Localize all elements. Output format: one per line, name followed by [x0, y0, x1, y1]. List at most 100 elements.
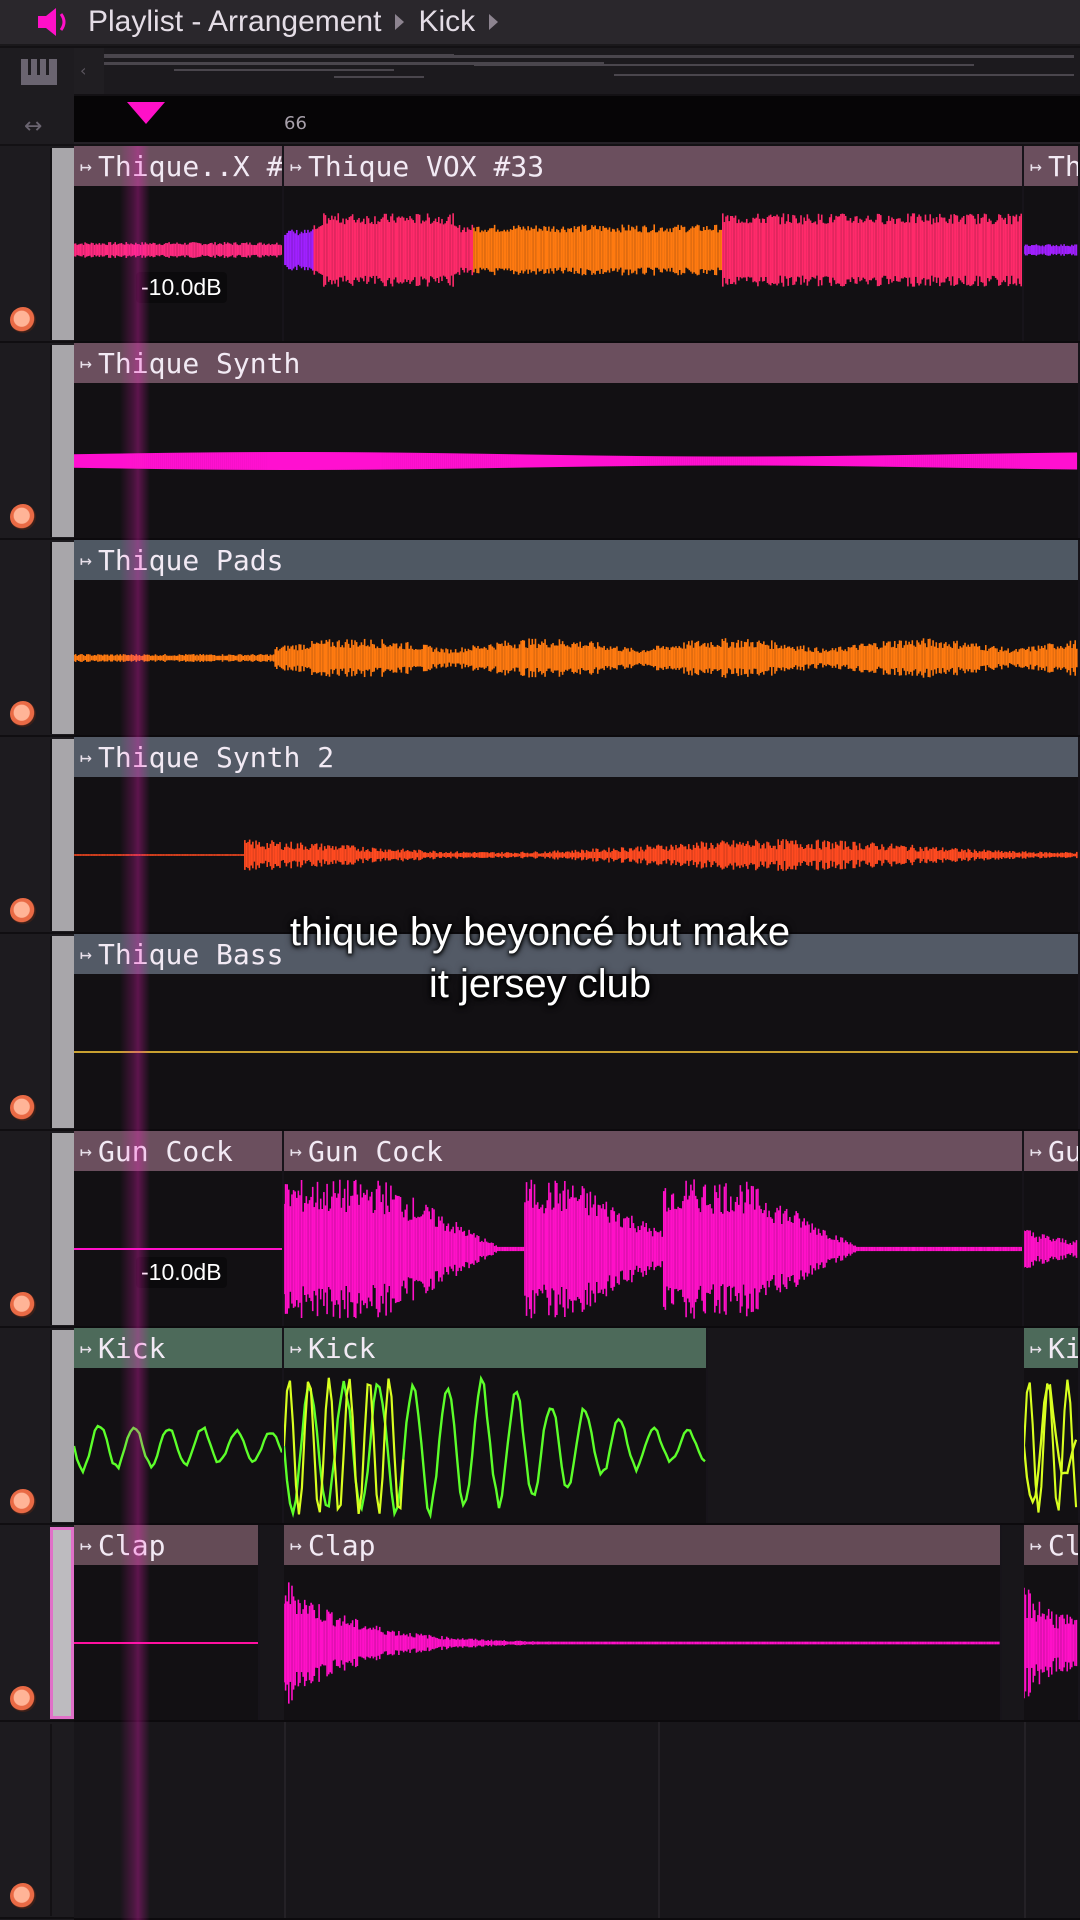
timeline-ruler[interactable]: 66: [74, 96, 1080, 144]
clip-header[interactable]: ↦ Th: [1024, 146, 1080, 186]
track-mute-led[interactable]: [10, 307, 36, 333]
track-header[interactable]: [0, 1328, 74, 1525]
track-lane[interactable]: ↦Thique..X #34 ↦Thique VOX #33 ↦Th -10.0…: [74, 146, 1080, 343]
track-selector[interactable]: [50, 1133, 74, 1325]
audio-clip[interactable]: ↦ Cl: [1024, 1525, 1080, 1720]
track-lane[interactable]: ↦ Thique Synth: [74, 343, 1080, 540]
clip-menu-arrow-icon[interactable]: ↦: [80, 1139, 92, 1163]
waveform: [284, 1179, 1022, 1319]
clip-menu-arrow-icon[interactable]: ↦: [80, 1336, 92, 1360]
breadcrumb-arrow-icon[interactable]: [489, 14, 499, 30]
track-selector[interactable]: [50, 1724, 74, 1916]
clip-menu-arrow-icon[interactable]: ↦: [1030, 1139, 1042, 1163]
clip-label: Thique VOX #33: [308, 149, 545, 183]
piano-icon[interactable]: [20, 58, 58, 86]
track-header[interactable]: [0, 343, 74, 540]
audio-clip[interactable]: ↦ Thique Synth: [74, 343, 1080, 538]
track-lane[interactable]: ↦ Gun Cock ↦ Gun Cock ↦ Gu -10.0dB: [74, 1131, 1080, 1328]
track-header[interactable]: [0, 1722, 74, 1919]
track-lane[interactable]: ↦ Kick ↦ Kick ↦ Ki: [74, 1328, 1080, 1525]
clip-header[interactable]: ↦ Thique Pads: [74, 540, 1080, 580]
clip-menu-arrow-icon[interactable]: ↦: [1030, 154, 1042, 178]
audio-clip[interactable]: ↦ Thique VOX #33: [284, 146, 1024, 341]
track-selector[interactable]: [50, 542, 74, 734]
track-header[interactable]: [0, 540, 74, 737]
track-mute-led[interactable]: [10, 1292, 36, 1318]
speaker-icon[interactable]: [34, 4, 74, 40]
track-header[interactable]: [0, 146, 74, 343]
clip-header[interactable]: ↦ Thique Synth 2: [74, 737, 1080, 777]
clip-header[interactable]: ↦ Cl: [1024, 1525, 1080, 1565]
track-mute-led[interactable]: [10, 701, 36, 727]
caption-line: thique by beyoncé but make: [289, 910, 791, 954]
track-header[interactable]: [0, 737, 74, 934]
clip-header[interactable]: ↦ Ki: [1024, 1328, 1080, 1368]
volume-tooltip: -10.0dB: [136, 1257, 227, 1288]
clip-header[interactable]: ↦ Clap: [74, 1525, 260, 1565]
clip-header[interactable]: ↦ Gu: [1024, 1131, 1080, 1171]
clip-header[interactable]: ↦ Gun Cock: [284, 1131, 1024, 1171]
track-lane[interactable]: ↦ Thique Synth 2: [74, 737, 1080, 934]
clip-menu-arrow-icon[interactable]: ↦: [1030, 1533, 1042, 1557]
clip-label: Th: [1048, 149, 1080, 183]
clip-label: Thique..X #34: [98, 149, 284, 183]
track-mute-led[interactable]: [10, 1883, 36, 1909]
track-selector[interactable]: [50, 345, 74, 537]
clip-menu-arrow-icon[interactable]: ↦: [290, 1533, 302, 1557]
track-mute-led[interactable]: [10, 1686, 36, 1712]
clip-menu-arrow-icon[interactable]: ↦: [80, 548, 92, 572]
window-title: Playlist - Arrangement: [88, 5, 382, 38]
clip-header[interactable]: ↦ Thique Synth: [74, 343, 1080, 383]
audio-clip[interactable]: ↦ Gun Cock: [284, 1131, 1024, 1326]
clip-label: Thique Pads: [98, 543, 284, 577]
clip-header[interactable]: ↦ Kick: [74, 1328, 284, 1368]
clip-label: Clap: [308, 1528, 376, 1562]
clip-menu-arrow-icon[interactable]: ↦: [80, 351, 92, 375]
track-header[interactable]: [0, 1131, 74, 1328]
audio-clip[interactable]: ↦ Kick: [74, 1328, 284, 1523]
clip-menu-arrow-icon[interactable]: ↦: [290, 1336, 302, 1360]
track-lane[interactable]: ↦ Thique Pads: [74, 540, 1080, 737]
clip-header[interactable]: ↦ Clap: [284, 1525, 1002, 1565]
waveform: [1024, 244, 1078, 256]
audio-clip[interactable]: ↦ Th: [1024, 146, 1080, 341]
clip-header[interactable]: ↦ Gun Cock: [74, 1131, 284, 1171]
audio-clip[interactable]: ↦ Gun Cock: [74, 1131, 284, 1326]
clip-header[interactable]: ↦Thique..X #34: [74, 146, 284, 186]
track-lane[interactable]: [74, 1722, 1080, 1920]
audio-clip[interactable]: ↦ Thique Pads: [74, 540, 1080, 735]
audio-clip[interactable]: ↦ Thique Synth 2: [74, 737, 1080, 932]
track-selector[interactable]: [50, 148, 74, 340]
clip-label: Gun Cock: [308, 1134, 443, 1168]
clip-menu-arrow-icon[interactable]: ↦: [80, 154, 92, 178]
playlist-lanes[interactable]: ↦Thique..X #34 ↦Thique VOX #33 ↦Th -10.0…: [74, 146, 1080, 1920]
track-selector[interactable]: [50, 739, 74, 931]
audio-clip[interactable]: ↦ Ki: [1024, 1328, 1080, 1523]
arrangement-overview[interactable]: ‹: [74, 48, 1080, 94]
clip-header[interactable]: ↦ Kick: [284, 1328, 708, 1368]
track-mute-led[interactable]: [10, 1095, 36, 1121]
clip-menu-arrow-icon[interactable]: ↦: [1030, 1336, 1042, 1360]
track-selector[interactable]: [50, 1527, 74, 1719]
clip-header[interactable]: ↦ Thique VOX #33: [284, 146, 1024, 186]
track-mute-led[interactable]: [10, 504, 36, 530]
clip-menu-arrow-icon[interactable]: ↦: [80, 1533, 92, 1557]
audio-clip[interactable]: ↦Thique..X #34: [74, 146, 284, 341]
track-lane[interactable]: ↦ Clap ↦ Clap ↦ Cl: [74, 1525, 1080, 1722]
clip-label: Thique Synth: [98, 346, 301, 380]
playhead-marker[interactable]: [127, 102, 165, 124]
track-selector[interactable]: [50, 1330, 74, 1522]
audio-clip[interactable]: ↦ Gu: [1024, 1131, 1080, 1326]
track-mute-led[interactable]: [10, 1489, 36, 1515]
clip-menu-arrow-icon[interactable]: ↦: [290, 154, 302, 178]
audio-clip[interactable]: ↦ Kick: [284, 1328, 708, 1523]
audio-clip[interactable]: ↦ Clap: [74, 1525, 260, 1720]
clip-menu-arrow-icon[interactable]: ↦: [80, 745, 92, 769]
horizontal-resize-icon[interactable]: ↔: [24, 114, 42, 139]
breadcrumb-kick[interactable]: Kick: [418, 5, 475, 39]
clip-menu-arrow-icon[interactable]: ↦: [290, 1139, 302, 1163]
track-header[interactable]: [0, 1525, 74, 1722]
ruler-bar-number: 66: [284, 113, 307, 134]
audio-clip[interactable]: ↦ Clap: [284, 1525, 1002, 1720]
waveform: [1024, 1229, 1078, 1269]
